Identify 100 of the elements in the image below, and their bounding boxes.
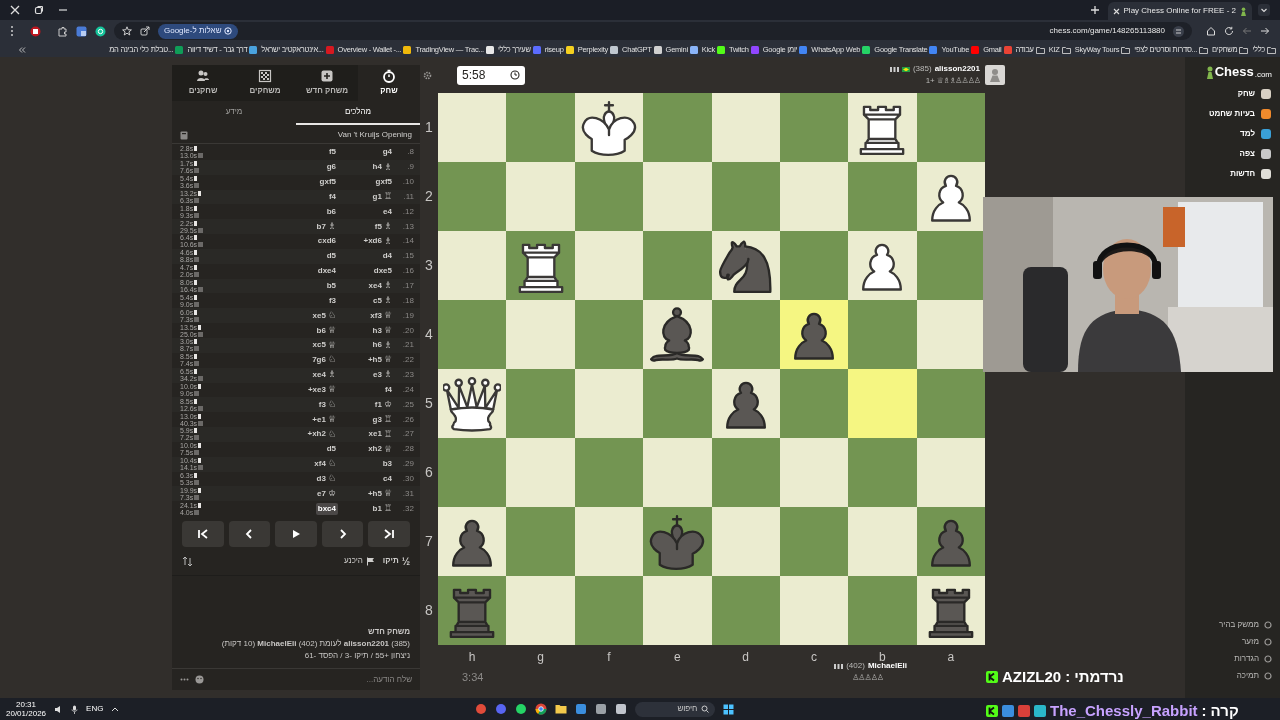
move-link[interactable]: ♕ h3 [370,323,394,338]
board-square[interactable] [779,300,849,369]
king-piece[interactable] [579,98,638,157]
move-link[interactable]: gxf5 [373,176,394,189]
chat-input[interactable]: שלח הודעה... [210,673,412,686]
move-link[interactable]: ♕ xf3 [368,308,394,323]
move-link[interactable]: d5 [324,443,338,456]
grammar-icon[interactable] [95,25,106,37]
url-text[interactable]: chess.com/game/148265113880 [1049,25,1165,37]
extension-icon[interactable] [30,25,41,37]
move-link[interactable]: bxc4 [315,502,338,515]
reload-icon[interactable] [1224,26,1234,36]
move-link[interactable]: e4 [381,205,394,218]
language-indicator[interactable]: ENG [86,703,104,715]
move-link[interactable]: ♗ h4 [370,160,394,174]
microphone-icon[interactable] [71,704,79,714]
move-link[interactable]: ♕ xe3+ [305,383,338,397]
move-link[interactable]: f4 [382,383,394,396]
emoji-icon[interactable] [195,675,204,684]
move-link[interactable]: ♗ e3 [371,368,394,382]
app-icon[interactable] [575,703,588,715]
resign-button[interactable]: היכנע [344,555,375,568]
close-icon[interactable] [10,5,20,15]
move-link[interactable]: ♘ xf4 [312,457,338,471]
nav-link[interactable]: שחק [1237,88,1272,100]
move-link[interactable]: ♕ e1+ [310,412,338,427]
nav-button[interactable] [182,521,224,548]
home-icon[interactable] [1206,26,1216,36]
windows-icon[interactable] [723,703,735,715]
move-link[interactable]: ♗ xe4 [366,279,394,293]
move-link[interactable]: ♕ b6 [314,323,338,338]
footer-link[interactable]: הגדרות [1234,653,1272,665]
app-icon[interactable] [535,703,548,715]
move-link[interactable]: c4 [381,473,394,485]
move-link[interactable]: ♗ xd6+ [361,234,394,249]
restore-icon[interactable] [34,5,44,15]
nav-link[interactable]: חדשות [1230,168,1272,180]
move-link[interactable]: cxd6 [315,235,338,248]
move-link[interactable]: ♖ xe1 [366,427,394,442]
forward-icon[interactable] [1260,26,1270,36]
nav-link[interactable]: בעיות שחמט [1208,108,1272,120]
move-link[interactable]: f5 [326,146,338,159]
move-link[interactable]: dxe4 [315,265,338,278]
taskbar-search[interactable]: חיפוש [635,701,716,717]
new-tab-icon[interactable] [1089,5,1100,15]
move-link[interactable]: ♘ f3 [316,398,338,412]
app-icon[interactable] [555,703,568,715]
moves-tab[interactable]: מידע [172,101,296,125]
star-icon[interactable] [122,26,132,36]
move-link[interactable]: ♘ d3 [314,472,338,486]
move-link[interactable]: ♗ f5 [372,219,394,234]
move-link[interactable]: ♕ h5+ [365,487,394,501]
move-link[interactable]: ♖ g1 [370,190,394,204]
move-link[interactable]: dxe5 [371,265,394,278]
nav-button[interactable] [368,521,410,548]
move-link[interactable]: ♖ g3 [370,412,394,427]
board-square[interactable] [574,93,644,162]
browser-tab[interactable]: Play Chess Online for FREE - 2 [1107,2,1252,20]
chess-logo[interactable]: Chess.com [1205,65,1272,79]
close-icon[interactable] [1112,7,1120,15]
book-icon[interactable] [180,130,188,140]
move-link[interactable]: ♘ 7g6 [310,353,338,367]
move-link[interactable]: g6 [324,161,338,174]
move-link[interactable]: ♕ xc5 [310,338,338,353]
google-chip[interactable]: שאלות ל-Google [158,23,239,39]
move-link[interactable]: d5 [324,250,338,263]
app-icon[interactable] [615,703,628,715]
flip-board-icon[interactable] [182,555,193,567]
move-link[interactable]: ♕ h5+ [365,353,394,367]
footer-link[interactable]: מזער [1242,636,1272,648]
chevron-icon[interactable] [18,45,26,54]
menu-icon[interactable] [10,25,14,37]
footer-link[interactable]: ממשק בהיר [1219,619,1272,631]
move-link[interactable]: f4 [326,190,338,203]
tune-icon[interactable] [1173,25,1184,37]
move-link[interactable]: f3 [326,294,338,307]
move-link[interactable]: ♗ b7 [314,219,338,234]
dropdown-icon[interactable] [1258,4,1270,16]
move-link[interactable]: ♗ xe4 [310,368,338,382]
nav-link[interactable]: צפה [1239,148,1272,160]
move-link[interactable]: g4 [380,146,394,159]
panel-tab[interactable]: שחק [358,65,420,101]
share-icon[interactable] [140,26,150,36]
nav-link[interactable]: למד [1240,128,1272,140]
move-link[interactable]: ♗ h6 [370,338,394,353]
app-icon[interactable] [595,703,608,715]
move-link[interactable]: b6 [324,205,338,218]
move-link[interactable]: ♕ xh2 [366,442,394,457]
move-link[interactable]: d4 [380,250,394,263]
move-link[interactable]: b3 [380,458,394,471]
move-link[interactable]: gxf5 [317,176,338,189]
settings-icon[interactable] [423,70,432,80]
move-link[interactable]: ♘ xe5 [310,308,338,323]
translate-icon[interactable] [76,25,87,37]
moves-tab[interactable]: מהלכים [296,101,420,125]
move-link[interactable]: ♘ xh2+ [305,427,338,442]
move-link[interactable]: ♔ e7 [315,487,338,501]
nav-button[interactable] [275,521,317,548]
move-link[interactable]: ♖ b1 [370,501,394,516]
puzzle-icon[interactable] [57,25,68,37]
